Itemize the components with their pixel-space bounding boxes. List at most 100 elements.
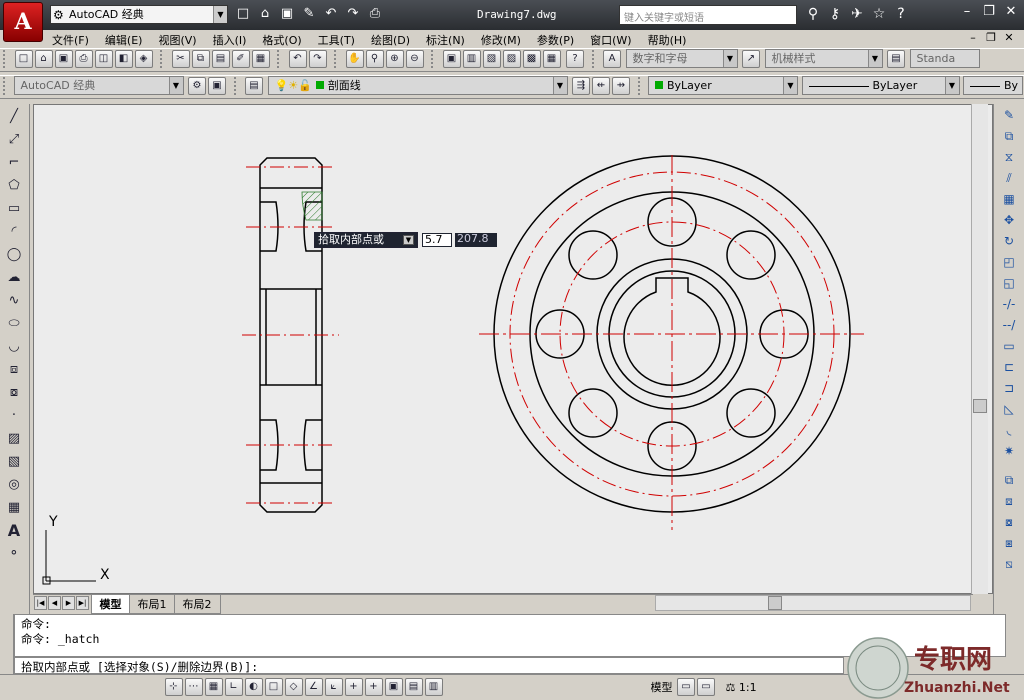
markup-icon[interactable]: ▩ bbox=[522, 49, 541, 68]
gradient-icon[interactable]: ▧ bbox=[4, 452, 24, 472]
add-selected-icon[interactable]: ⚬ bbox=[4, 544, 24, 564]
properties-icon[interactable]: ▣ bbox=[442, 49, 461, 68]
command-input[interactable]: 拾取内部点或 [选择对象(S)/删除边界(B)]: bbox=[14, 657, 844, 674]
ellipse-icon[interactable]: ⬭ bbox=[4, 314, 24, 334]
qp-icon[interactable]: ▤ bbox=[404, 678, 423, 696]
annotation-scale[interactable]: ⚖ 1:1 bbox=[726, 681, 757, 694]
toolbar-grip[interactable] bbox=[3, 76, 7, 95]
menu-file[interactable]: 文件(F) bbox=[44, 30, 97, 50]
minimize-icon[interactable]: – bbox=[956, 2, 978, 22]
lineweight-combo[interactable]: By bbox=[963, 76, 1023, 95]
workspace-settings-icon[interactable]: ▣ bbox=[208, 76, 226, 95]
chevron-down-icon[interactable]: ▼ bbox=[783, 77, 797, 94]
cut-icon[interactable]: ✂ bbox=[171, 49, 190, 68]
next-tab-icon[interactable]: ▶ bbox=[62, 596, 75, 610]
mirror-icon[interactable]: ⧖ bbox=[999, 148, 1019, 167]
help-icon[interactable]: ? bbox=[890, 6, 912, 22]
restore-icon[interactable]: ❐ bbox=[978, 2, 1000, 22]
zoom-window-icon[interactable]: ⊕ bbox=[385, 49, 404, 68]
menu-modify[interactable]: 修改(M) bbox=[473, 30, 529, 50]
insert-block-icon[interactable]: ⧈ bbox=[4, 360, 24, 380]
text-style-icon[interactable]: A bbox=[603, 49, 621, 68]
table-style-icon[interactable]: ▤ bbox=[887, 49, 905, 68]
polar-icon[interactable]: ◐ bbox=[244, 678, 263, 696]
layer-manager-icon[interactable]: ▤ bbox=[245, 76, 263, 95]
undo-icon[interactable]: ↶ bbox=[288, 49, 307, 68]
help-icon[interactable]: ? bbox=[566, 49, 584, 68]
toolbar-grip[interactable] bbox=[233, 76, 238, 95]
break-point-icon[interactable]: ▭ bbox=[999, 337, 1019, 356]
break-icon[interactable]: ⊏ bbox=[999, 358, 1019, 377]
close-icon[interactable]: ✕ bbox=[1000, 2, 1022, 22]
make-current-icon[interactable]: ⇶ bbox=[572, 76, 590, 95]
sc-icon[interactable]: ▥ bbox=[424, 678, 443, 696]
move-icon[interactable]: ✥ bbox=[999, 211, 1019, 230]
chevron-down-icon[interactable]: ▼ bbox=[552, 77, 567, 94]
prev-tab-icon[interactable]: ◀ bbox=[48, 596, 61, 610]
menu-window[interactable]: 窗口(W) bbox=[582, 30, 639, 50]
application-button[interactable]: A bbox=[3, 2, 43, 42]
satellite-icon[interactable]: ✈ bbox=[846, 6, 868, 22]
gear-icon[interactable]: ⚙ bbox=[188, 76, 206, 95]
bring-above-icon[interactable]: ⧆ bbox=[999, 534, 1019, 553]
osnap-icon[interactable]: □ bbox=[264, 678, 283, 696]
match-icon[interactable]: ✐ bbox=[231, 49, 250, 68]
ellipse-arc-icon[interactable]: ◡ bbox=[4, 337, 24, 357]
tab-model[interactable]: 模型 bbox=[90, 595, 131, 614]
linetype-combo[interactable]: ByLayer ▼ bbox=[801, 76, 960, 95]
redo-icon[interactable]: ↷ bbox=[308, 49, 327, 68]
toolbar-grip[interactable] bbox=[3, 49, 7, 68]
tab-layout1[interactable]: 布局1 bbox=[128, 595, 176, 614]
send-back-icon[interactable]: ⧇ bbox=[999, 513, 1019, 532]
dim-style-icon[interactable]: ↗ bbox=[742, 49, 760, 68]
color-combo[interactable]: ByLayer ▼ bbox=[648, 76, 798, 95]
scroll-thumb[interactable] bbox=[973, 399, 987, 413]
menu-draw[interactable]: 绘图(D) bbox=[363, 30, 418, 50]
polyline-icon[interactable]: ⌐ bbox=[4, 153, 24, 173]
dim-style-combo[interactable]: 机械样式 ▼ bbox=[764, 49, 883, 68]
make-block-icon[interactable]: ⧇ bbox=[4, 383, 24, 403]
pan-icon[interactable]: ✋ bbox=[345, 49, 364, 68]
new-icon[interactable]: □ bbox=[14, 49, 33, 68]
quick-view-drawings-icon[interactable]: ▭ bbox=[697, 678, 715, 696]
rectangle-icon[interactable]: ▭ bbox=[4, 199, 24, 219]
redo-icon[interactable]: ↷ bbox=[343, 6, 363, 24]
menu-tools[interactable]: 工具(T) bbox=[310, 30, 363, 50]
menu-format[interactable]: 格式(O) bbox=[254, 30, 309, 50]
vertical-scrollbar[interactable] bbox=[971, 104, 988, 594]
undo-icon[interactable]: ↶ bbox=[321, 6, 341, 24]
save-icon[interactable]: ▣ bbox=[277, 6, 297, 24]
lwt-icon[interactable]: + bbox=[364, 678, 383, 696]
open-icon[interactable]: ⌂ bbox=[255, 6, 275, 24]
open-icon[interactable]: ⌂ bbox=[34, 49, 53, 68]
save-icon[interactable]: ▣ bbox=[54, 49, 73, 68]
chamfer-icon[interactable]: ◺ bbox=[999, 400, 1019, 419]
table-icon[interactable]: ▦ bbox=[4, 498, 24, 518]
menu-view[interactable]: 视图(V) bbox=[150, 30, 204, 50]
erase-icon[interactable]: ✎ bbox=[999, 106, 1019, 125]
trim-icon[interactable]: -/- bbox=[999, 295, 1019, 314]
workspace-toolbar-combo[interactable]: AutoCAD 经典 ▼ bbox=[13, 76, 184, 95]
last-tab-icon[interactable]: ▶| bbox=[76, 596, 89, 610]
print-icon[interactable]: ⎙ bbox=[365, 6, 385, 24]
publish-icon[interactable]: ◧ bbox=[114, 49, 133, 68]
dynamic-input-x[interactable]: 5.7 bbox=[422, 233, 452, 247]
menu-parametric[interactable]: 参数(P) bbox=[529, 30, 582, 50]
copy-icon[interactable]: ⧉ bbox=[191, 49, 210, 68]
3d-icon[interactable]: ◈ bbox=[134, 49, 153, 68]
stretch-icon[interactable]: ◱ bbox=[999, 274, 1019, 293]
workspace-combo[interactable]: ⚙ AutoCAD 经典 ▼ bbox=[50, 5, 228, 24]
infer-icon[interactable]: ⊹ bbox=[164, 678, 183, 696]
explode-icon[interactable]: ✷ bbox=[999, 442, 1019, 461]
fillet-icon[interactable]: ◟ bbox=[999, 421, 1019, 440]
tab-layout2[interactable]: 布局2 bbox=[173, 595, 221, 614]
model-space-button[interactable]: 模型 bbox=[651, 679, 673, 695]
calculator-icon[interactable]: ▦ bbox=[542, 49, 561, 68]
tpy-icon[interactable]: ▣ bbox=[384, 678, 403, 696]
saveas-icon[interactable]: ✎ bbox=[299, 6, 319, 24]
toolbar-grip[interactable] bbox=[637, 76, 642, 95]
table-style-combo[interactable]: Standa bbox=[909, 49, 980, 68]
grid-icon[interactable]: ▦ bbox=[204, 678, 223, 696]
star-icon[interactable]: ☆ bbox=[868, 6, 890, 22]
minimize-icon[interactable]: – bbox=[964, 31, 982, 44]
